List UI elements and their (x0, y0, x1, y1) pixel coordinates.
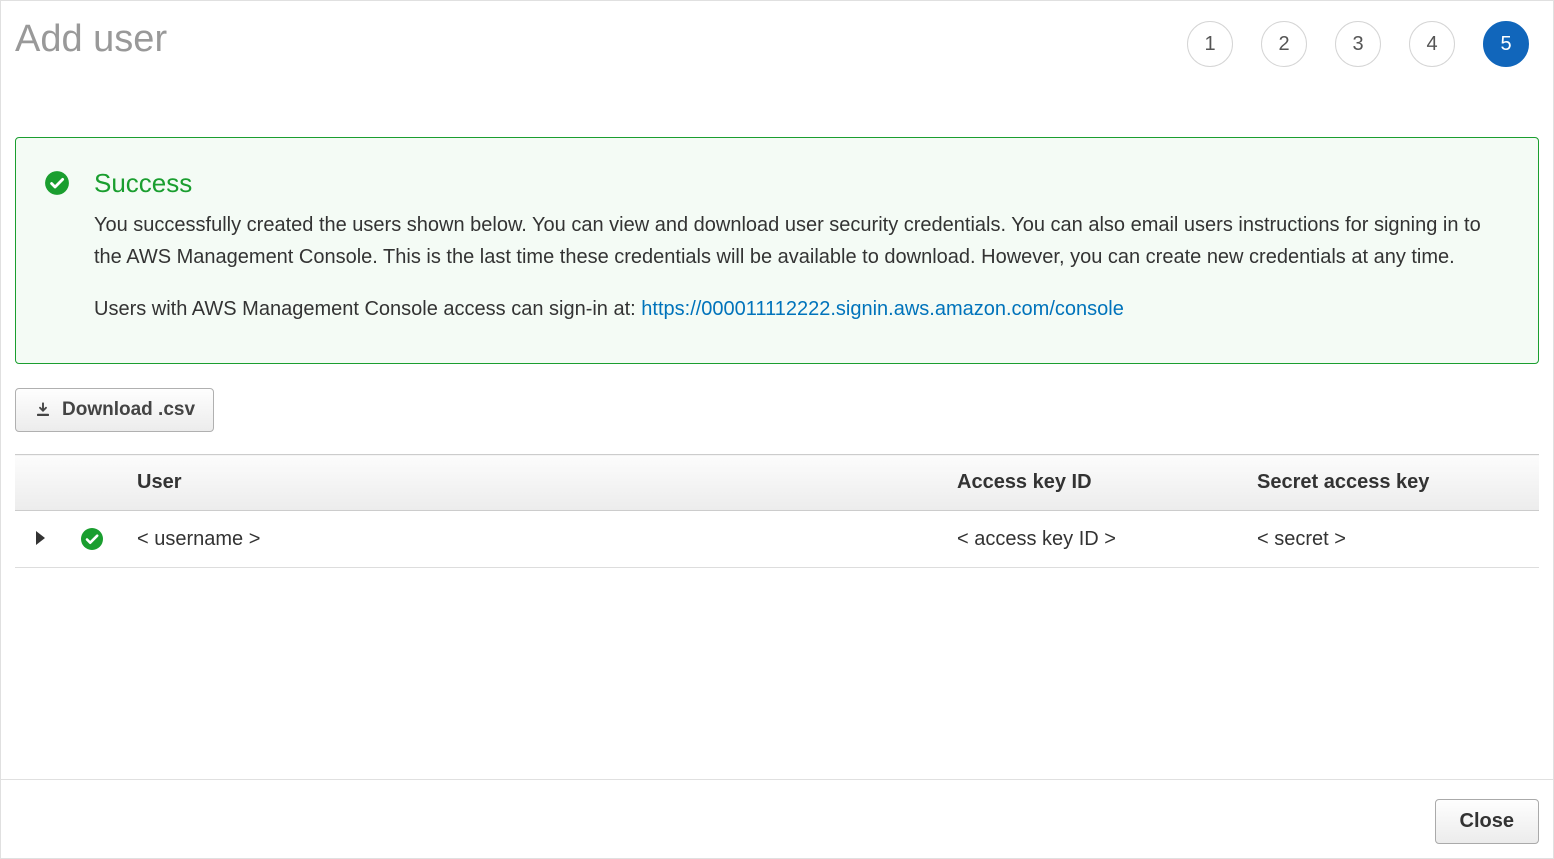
step-3[interactable]: 3 (1335, 21, 1381, 67)
download-csv-label: Download .csv (62, 399, 195, 421)
user-cell: < username > (119, 511, 939, 568)
col-access-key-id: Access key ID (939, 455, 1239, 511)
col-secret-access-key: Secret access key (1239, 455, 1539, 511)
col-expand (15, 455, 65, 511)
step-2[interactable]: 2 (1261, 21, 1307, 67)
download-csv-button[interactable]: Download .csv (15, 388, 214, 432)
alert-body: Success You successfully created the use… (94, 168, 1508, 325)
footer-divider (1, 779, 1553, 780)
alert-heading: Success (94, 168, 1508, 199)
alert-message: You successfully created the users shown… (94, 209, 1508, 273)
check-circle-icon (80, 527, 104, 551)
step-1[interactable]: 1 (1187, 21, 1233, 67)
step-4[interactable]: 4 (1409, 21, 1455, 67)
access-key-id-cell: < access key ID > (939, 511, 1239, 568)
check-circle-icon (44, 170, 70, 196)
success-alert: Success You successfully created the use… (15, 137, 1539, 364)
download-row: Download .csv (15, 388, 1539, 432)
wizard-steps: 1 2 3 4 5 (1187, 13, 1539, 67)
signin-url-link[interactable]: https://000011112222.signin.aws.amazon.c… (641, 298, 1124, 320)
col-status (65, 455, 119, 511)
expand-cell[interactable] (15, 511, 65, 568)
content-wrap: Add user 1 2 3 4 5 Success You successfu… (1, 1, 1553, 568)
signin-prefix: Users with AWS Management Console access… (94, 298, 641, 320)
caret-right-icon (36, 531, 45, 545)
signin-line: Users with AWS Management Console access… (94, 293, 1508, 325)
download-icon (34, 401, 52, 419)
step-5[interactable]: 5 (1483, 21, 1529, 67)
header-row: Add user 1 2 3 4 5 (15, 13, 1539, 137)
status-cell (65, 511, 119, 568)
secret-access-key-cell: < secret > (1239, 511, 1539, 568)
page-container: Add user 1 2 3 4 5 Success You successfu… (0, 0, 1554, 859)
col-user: User (119, 455, 939, 511)
close-button[interactable]: Close (1435, 799, 1539, 844)
users-table: User Access key ID Secret access key (15, 454, 1539, 568)
footer: Close (15, 782, 1539, 844)
page-title: Add user (15, 17, 167, 63)
table-row: < username > < access key ID > < secret … (15, 511, 1539, 568)
